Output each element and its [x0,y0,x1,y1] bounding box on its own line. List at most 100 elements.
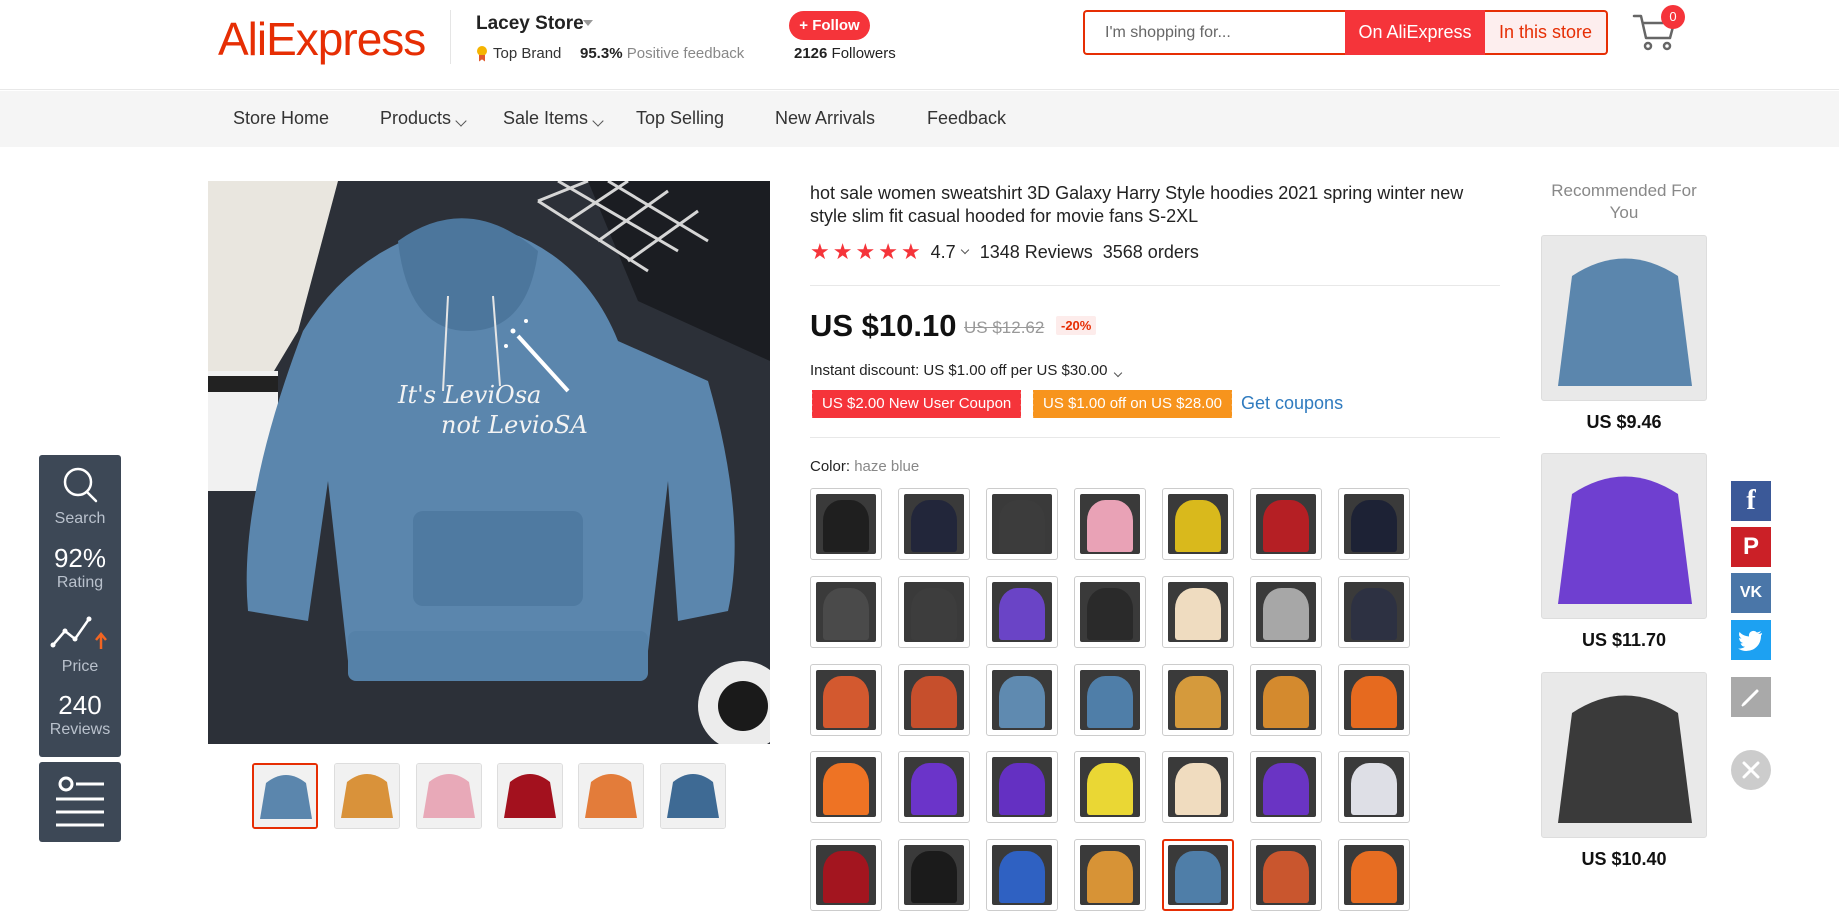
followers-count: 2126 [794,45,828,62]
color-swatch[interactable] [1162,488,1234,560]
color-swatch[interactable] [1250,488,1322,560]
recommended-item[interactable]: US $11.70 [1541,453,1707,651]
recommended-item-image[interactable] [1541,235,1707,401]
gallery-thumbnail[interactable] [334,763,400,829]
main-product-image[interactable]: It's LeviOsa not LevioSA [208,181,770,744]
gallery-thumbnail[interactable] [416,763,482,829]
instant-discount[interactable]: Instant discount: US $1.00 off per US $3… [810,362,1123,379]
color-swatch[interactable] [1250,751,1322,823]
side-rating-value: 92% [53,543,107,573]
store-name[interactable]: Lacey Store [476,13,584,35]
side-search[interactable]: Search [39,465,121,528]
color-swatch[interactable] [810,664,882,736]
nav-store-home[interactable]: Store Home [233,108,329,129]
new-user-coupon[interactable]: US $2.00 New User Coupon [809,390,1022,418]
color-swatch[interactable] [986,751,1058,823]
color-swatch[interactable] [810,751,882,823]
color-swatch[interactable] [1338,751,1410,823]
color-swatch[interactable] [1162,664,1234,736]
search-in-store-button[interactable]: In this store [1485,10,1608,55]
recommended-item-image[interactable] [1541,453,1707,619]
get-coupons-link[interactable]: Get coupons [1241,393,1343,414]
swatch-image [1256,494,1316,554]
color-swatch[interactable] [898,839,970,911]
gallery-thumbnail[interactable] [578,763,644,829]
recommended-item[interactable]: US $9.46 [1541,235,1707,433]
recommended-item-image[interactable] [1541,672,1707,838]
edit-button[interactable] [1731,677,1771,717]
color-swatch[interactable] [898,576,970,648]
color-swatch[interactable] [898,664,970,736]
search-on-aliexpress-button[interactable]: On AliExpress [1345,10,1485,55]
thumbnail-image [579,764,643,828]
swatch-image [992,582,1052,642]
color-swatch[interactable] [898,751,970,823]
divider [810,437,1500,438]
nav-products[interactable]: Products [380,108,467,129]
vk-share-button[interactable]: VK [1731,573,1771,613]
swatch-image [1168,494,1228,554]
rating-row: ★ ★ ★ ★ ★ 4.7 1348 Reviews 3568 orders [810,241,1199,263]
settings-panel[interactable] [39,762,121,842]
orders-count: 3568 orders [1102,241,1199,262]
gallery-thumbnail[interactable] [497,763,563,829]
swatch-image [1080,670,1140,730]
color-swatch[interactable] [986,488,1058,560]
follow-button[interactable]: + Follow [789,11,870,40]
side-price[interactable]: Price [39,613,121,676]
nav-sale-items[interactable]: Sale Items [503,108,604,129]
pinterest-share-button[interactable]: P [1731,527,1771,567]
store-coupon[interactable]: US $1.00 off on US $28.00 [1030,390,1233,418]
nav-label: Feedback [927,108,1007,128]
color-swatch[interactable] [986,664,1058,736]
color-swatch[interactable] [986,576,1058,648]
recommended-item[interactable]: US $10.40 [1541,672,1707,870]
facebook-share-button[interactable]: f [1731,481,1771,521]
star-rating: ★ ★ ★ ★ ★ [810,241,921,263]
color-swatch[interactable] [1338,839,1410,911]
side-tool-panel: Search 92% Rating Price 240 Reviews [39,455,121,757]
gallery-thumbnail[interactable] [660,763,726,829]
color-swatch[interactable] [1074,751,1146,823]
chevron-down-icon[interactable] [960,245,969,255]
search-input[interactable] [1085,12,1345,53]
color-swatch[interactable] [1338,488,1410,560]
color-swatch[interactable] [1074,664,1146,736]
color-swatch[interactable] [1074,576,1146,648]
color-swatch[interactable] [986,839,1058,911]
color-swatch[interactable] [1162,839,1234,911]
rating-value[interactable]: 4.7 [931,242,956,263]
color-swatch[interactable] [898,488,970,560]
gallery-thumbnail[interactable] [252,763,318,829]
color-swatch[interactable] [810,488,882,560]
color-swatch[interactable] [810,839,882,911]
nav-top-selling[interactable]: Top Selling [636,108,724,129]
color-swatch[interactable] [1074,839,1146,911]
color-swatch[interactable] [1338,576,1410,648]
swatch-image [1344,670,1404,730]
close-button[interactable] [1731,750,1771,790]
color-swatch[interactable] [1162,751,1234,823]
twitter-share-button[interactable] [1731,620,1771,660]
color-swatch[interactable] [1250,664,1322,736]
store-dropdown-caret-icon[interactable] [583,20,593,26]
swatch-image [1168,845,1228,905]
star-icon: ★ [878,239,898,264]
side-search-label: Search [54,510,106,527]
color-swatch[interactable] [1338,664,1410,736]
side-reviews[interactable]: 240 Reviews [39,690,121,739]
nav-new-arrivals[interactable]: New Arrivals [775,108,875,129]
reviews-count[interactable]: 1348 Reviews [980,242,1093,263]
nav-label: Sale Items [503,108,589,128]
nav-feedback[interactable]: Feedback [927,108,1006,129]
swatch-image [904,845,964,905]
side-rating[interactable]: 92% Rating [39,543,121,592]
aliexpress-logo[interactable]: AliExpress [218,12,426,66]
recommended-item-price: US $9.46 [1586,412,1662,432]
color-swatch[interactable] [810,576,882,648]
color-swatch[interactable] [1250,576,1322,648]
swatch-image [1344,845,1404,905]
color-swatch[interactable] [1162,576,1234,648]
color-swatch[interactable] [1250,839,1322,911]
color-swatch[interactable] [1074,488,1146,560]
